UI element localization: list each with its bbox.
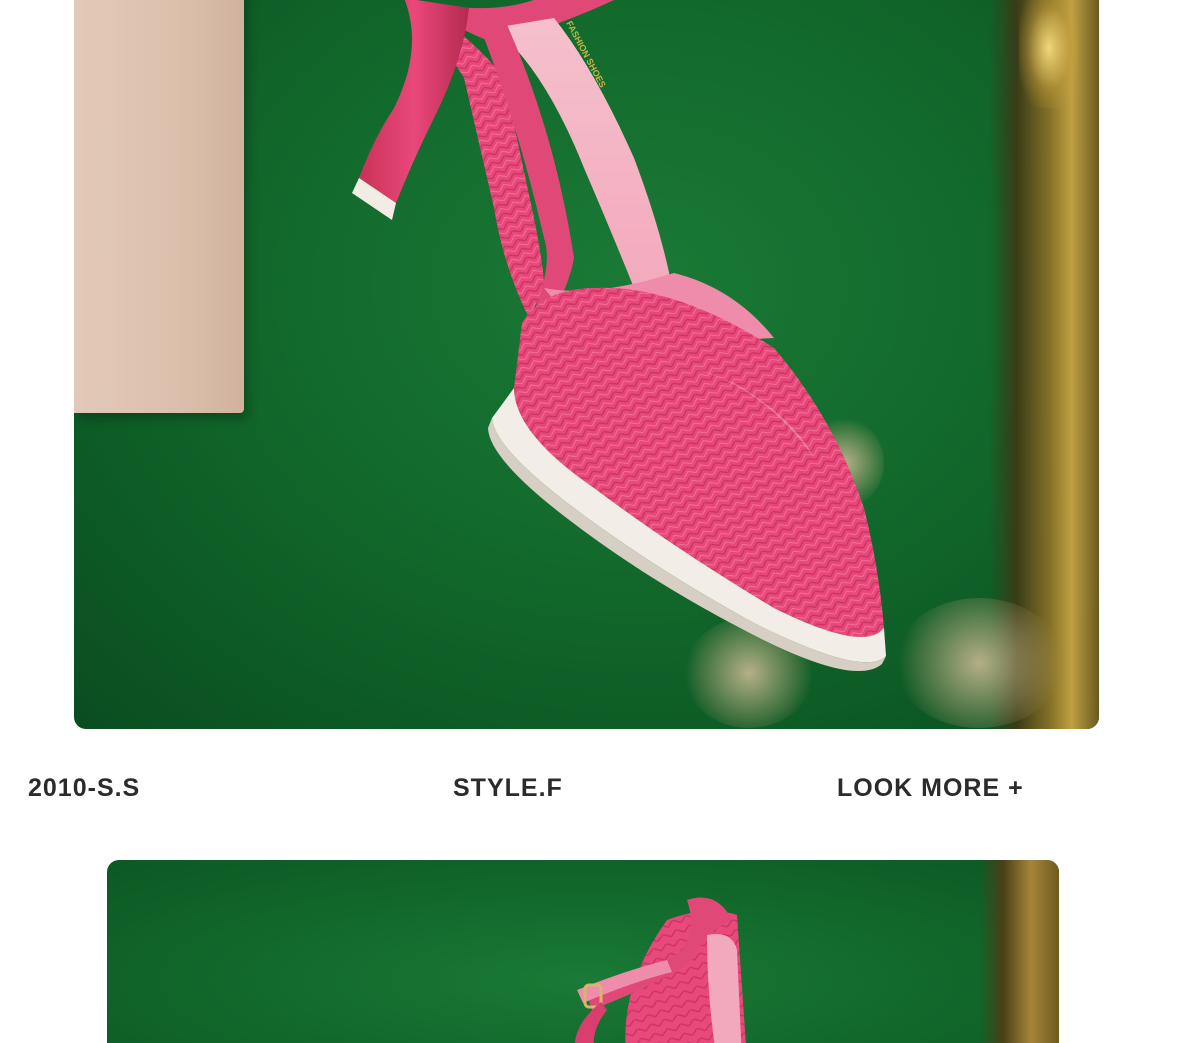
pink-pointed-heel-shoe: FASHION SHOES bbox=[352, 0, 886, 672]
pink-ankle-strap-shoe bbox=[575, 897, 746, 1043]
caption-row: 2010-S.S STYLE.F LOOK MORE + bbox=[0, 770, 1200, 806]
product-photo-bottom bbox=[107, 860, 1059, 1043]
product-detail-page: FASHION SHOES 2010-S.S STYLE.F LOOK MORE… bbox=[0, 0, 1200, 1043]
look-more-link[interactable]: LOOK MORE + bbox=[837, 770, 1024, 806]
season-label: 2010-S.S bbox=[28, 774, 141, 802]
product-photo-top: FASHION SHOES bbox=[74, 0, 1099, 729]
style-label: STYLE.F bbox=[453, 774, 563, 802]
